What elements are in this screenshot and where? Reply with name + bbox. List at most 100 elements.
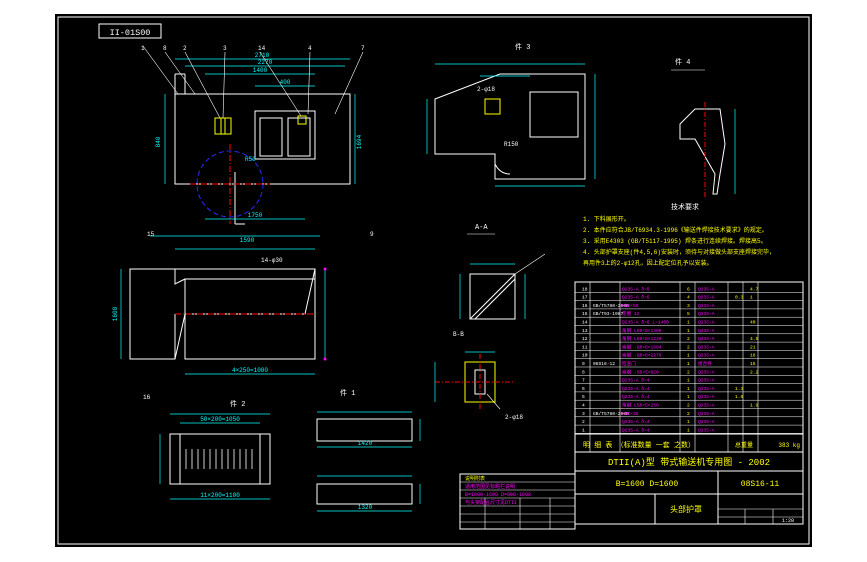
bom-cell: GB/T93-1987 <box>593 311 624 317</box>
tech-title: 技术要求 <box>671 202 699 212</box>
tech-requirements: 技术要求 1. 下料展形开。 2. 本件应符合JB/T6934.3-1996《输… <box>583 202 775 267</box>
bom-cell: 2 <box>687 369 690 375</box>
dim-14-holes: 14-φ30 <box>261 257 283 264</box>
tech-item-5: 再用件3上的2-φ12孔，因上配定位孔予以安装。 <box>583 259 713 267</box>
bom-cell: 5 <box>687 311 690 317</box>
bom-cell: 扁钢 -50×5×620 <box>622 368 659 375</box>
bom-cell: 18 <box>582 286 588 292</box>
svg-text:2: 2 <box>183 45 187 52</box>
bom-cell: 3 <box>687 303 690 309</box>
notes-row-1: 适用范围见标题栏说明 <box>465 483 515 490</box>
code-box-text: II-01S00 <box>110 28 151 38</box>
bom-cell: 扁钢 -60×6×1694 <box>622 343 662 350</box>
bom-cell: Q235-A <box>698 286 715 292</box>
bom-cell: Q235-A <box>698 295 715 301</box>
bom-cell: Q235-A <box>698 303 715 309</box>
bom-cell: 1.6 <box>735 394 744 400</box>
bom-cell: 2 <box>687 344 690 350</box>
scale: 1:20 <box>782 518 794 524</box>
bom-cell: 8 <box>582 369 585 375</box>
bom-cell: Q235-A δ=6 <box>622 286 650 292</box>
svg-text:14: 14 <box>258 45 266 52</box>
dim-r50: R50 <box>245 156 256 163</box>
bom-cell: 2 <box>687 336 690 342</box>
bom-cell: Q235-A <box>698 336 715 342</box>
section-label-aa: A-A <box>475 224 488 232</box>
bom-cell: 4.7 <box>750 286 759 292</box>
svg-text:9: 9 <box>370 231 374 238</box>
bom-cell: 4 <box>582 403 585 409</box>
dim-840: 840 <box>155 136 162 147</box>
bom-cell: 17 <box>582 295 588 301</box>
cad-drawing: II-01S00 2710 2270 1400 400 840 1694 <box>57 16 810 545</box>
bom-footer-right: 总重量 <box>735 441 753 449</box>
bom-cell: 40 <box>750 320 756 326</box>
bom-cell: Q235-A δ=4 <box>622 419 650 425</box>
svg-text:8: 8 <box>163 45 167 52</box>
bom-cell: 3 <box>582 411 585 417</box>
view-label-part4: 件 4 <box>675 57 690 67</box>
bom-cell: 角钢 L50×5×250 <box>622 402 659 409</box>
dim-1320: 1320 <box>358 504 373 511</box>
notes-box: 说明附表 适用范围见标题栏说明 B=1000-1600 D=800-1600 与… <box>459 473 576 530</box>
dim-2-holes-b: 2-φ18 <box>505 414 523 421</box>
bom-cell: 2 <box>687 403 690 409</box>
bom-cell: M12×50 <box>622 303 639 309</box>
bom-cell: 1 <box>687 353 690 359</box>
bom-cell: 1 <box>687 378 690 384</box>
bom-cell: Q235-A <box>698 328 715 334</box>
dim-1420: 1420 <box>358 440 373 447</box>
bom-cell: Q235-A <box>698 344 715 350</box>
bom-cell: 13 <box>582 328 588 334</box>
front-view: 2710 2270 1400 400 840 1694 1750 R50 1 8… <box>141 45 365 225</box>
view-label-part1: 件 1 <box>340 388 355 398</box>
bom-cell: Q235-A <box>698 320 715 326</box>
bom-cell: Q235-A <box>698 394 715 400</box>
svg-text:1: 1 <box>141 45 145 52</box>
drawing-sheet: II-01S00 2710 2270 1400 400 840 1694 <box>55 14 812 547</box>
title-line: DTII(A)型 带式输送机专用图 - 2002 <box>608 456 770 468</box>
dim-4x250: 4×250=1000 <box>232 367 268 374</box>
bom-cell: Q235-A δ=4 <box>622 394 650 400</box>
bom-cell: 4 <box>687 295 690 301</box>
bom-cell: Q235-A δ=6 L=1400 <box>622 320 669 326</box>
bom-cell: 6 <box>582 386 585 392</box>
bom-cell: M12×35 <box>622 411 639 417</box>
bom-cell: 1 <box>687 419 690 425</box>
bom-cell: 1 <box>687 328 690 334</box>
dim-2-holes: 2-φ18 <box>477 86 495 93</box>
notes-title: 说明附表 <box>465 475 485 482</box>
bom-cell: 15 <box>750 361 756 367</box>
section-aa: A-A <box>459 224 546 320</box>
bom-cell: 1.3 <box>735 386 744 392</box>
bom-cell: 1 <box>687 394 690 400</box>
bom-cell: 11 <box>582 344 588 350</box>
bom-cell: Q235-A δ=4 <box>622 427 650 433</box>
notes-row-2: B=1000-1600 D=800-1600 <box>465 492 531 498</box>
svg-text:7: 7 <box>361 45 365 52</box>
bom-cell: 18 <box>750 353 756 359</box>
bom-cell: 1.9 <box>750 403 759 409</box>
section-label-bb: B-B <box>453 331 464 338</box>
notes-row-3: 与头架配合尺寸见DTII <box>465 499 517 506</box>
svg-text:16: 16 <box>143 394 151 401</box>
bom-cell: 16 <box>582 303 588 309</box>
bom-cell: 1 <box>582 427 585 433</box>
bom-cell: Q235-A <box>698 369 715 375</box>
title-block: DTII(A)型 带式输送机专用图 - 2002 B=1600 D=1600 0… <box>574 451 804 525</box>
bom-cell: 组合件 <box>698 360 712 367</box>
svg-text:4: 4 <box>308 45 312 52</box>
bom-table: 18 Q235-A δ=6 6 Q235-A 4.717 Q235-A δ=6 4 Q235-… <box>574 281 804 453</box>
bom-cell: 08S16-12 <box>593 361 615 367</box>
part4-view: 件 4 <box>671 57 736 199</box>
part3-view: 件 3 2-φ18 R150 <box>426 42 596 187</box>
bom-cell: 2 <box>687 411 690 417</box>
bom-cell: Q235-A <box>698 353 715 359</box>
bom-cell: 12 <box>582 336 588 342</box>
bom-cell: 15 <box>582 311 588 317</box>
bom-cell: 2.2 <box>750 369 759 375</box>
bom-cell: Q235-A δ=4 <box>622 386 650 392</box>
dim-1750: 1750 <box>248 212 263 219</box>
dim-1590: 1590 <box>240 237 255 244</box>
dim-1600: 1600 <box>112 306 119 321</box>
